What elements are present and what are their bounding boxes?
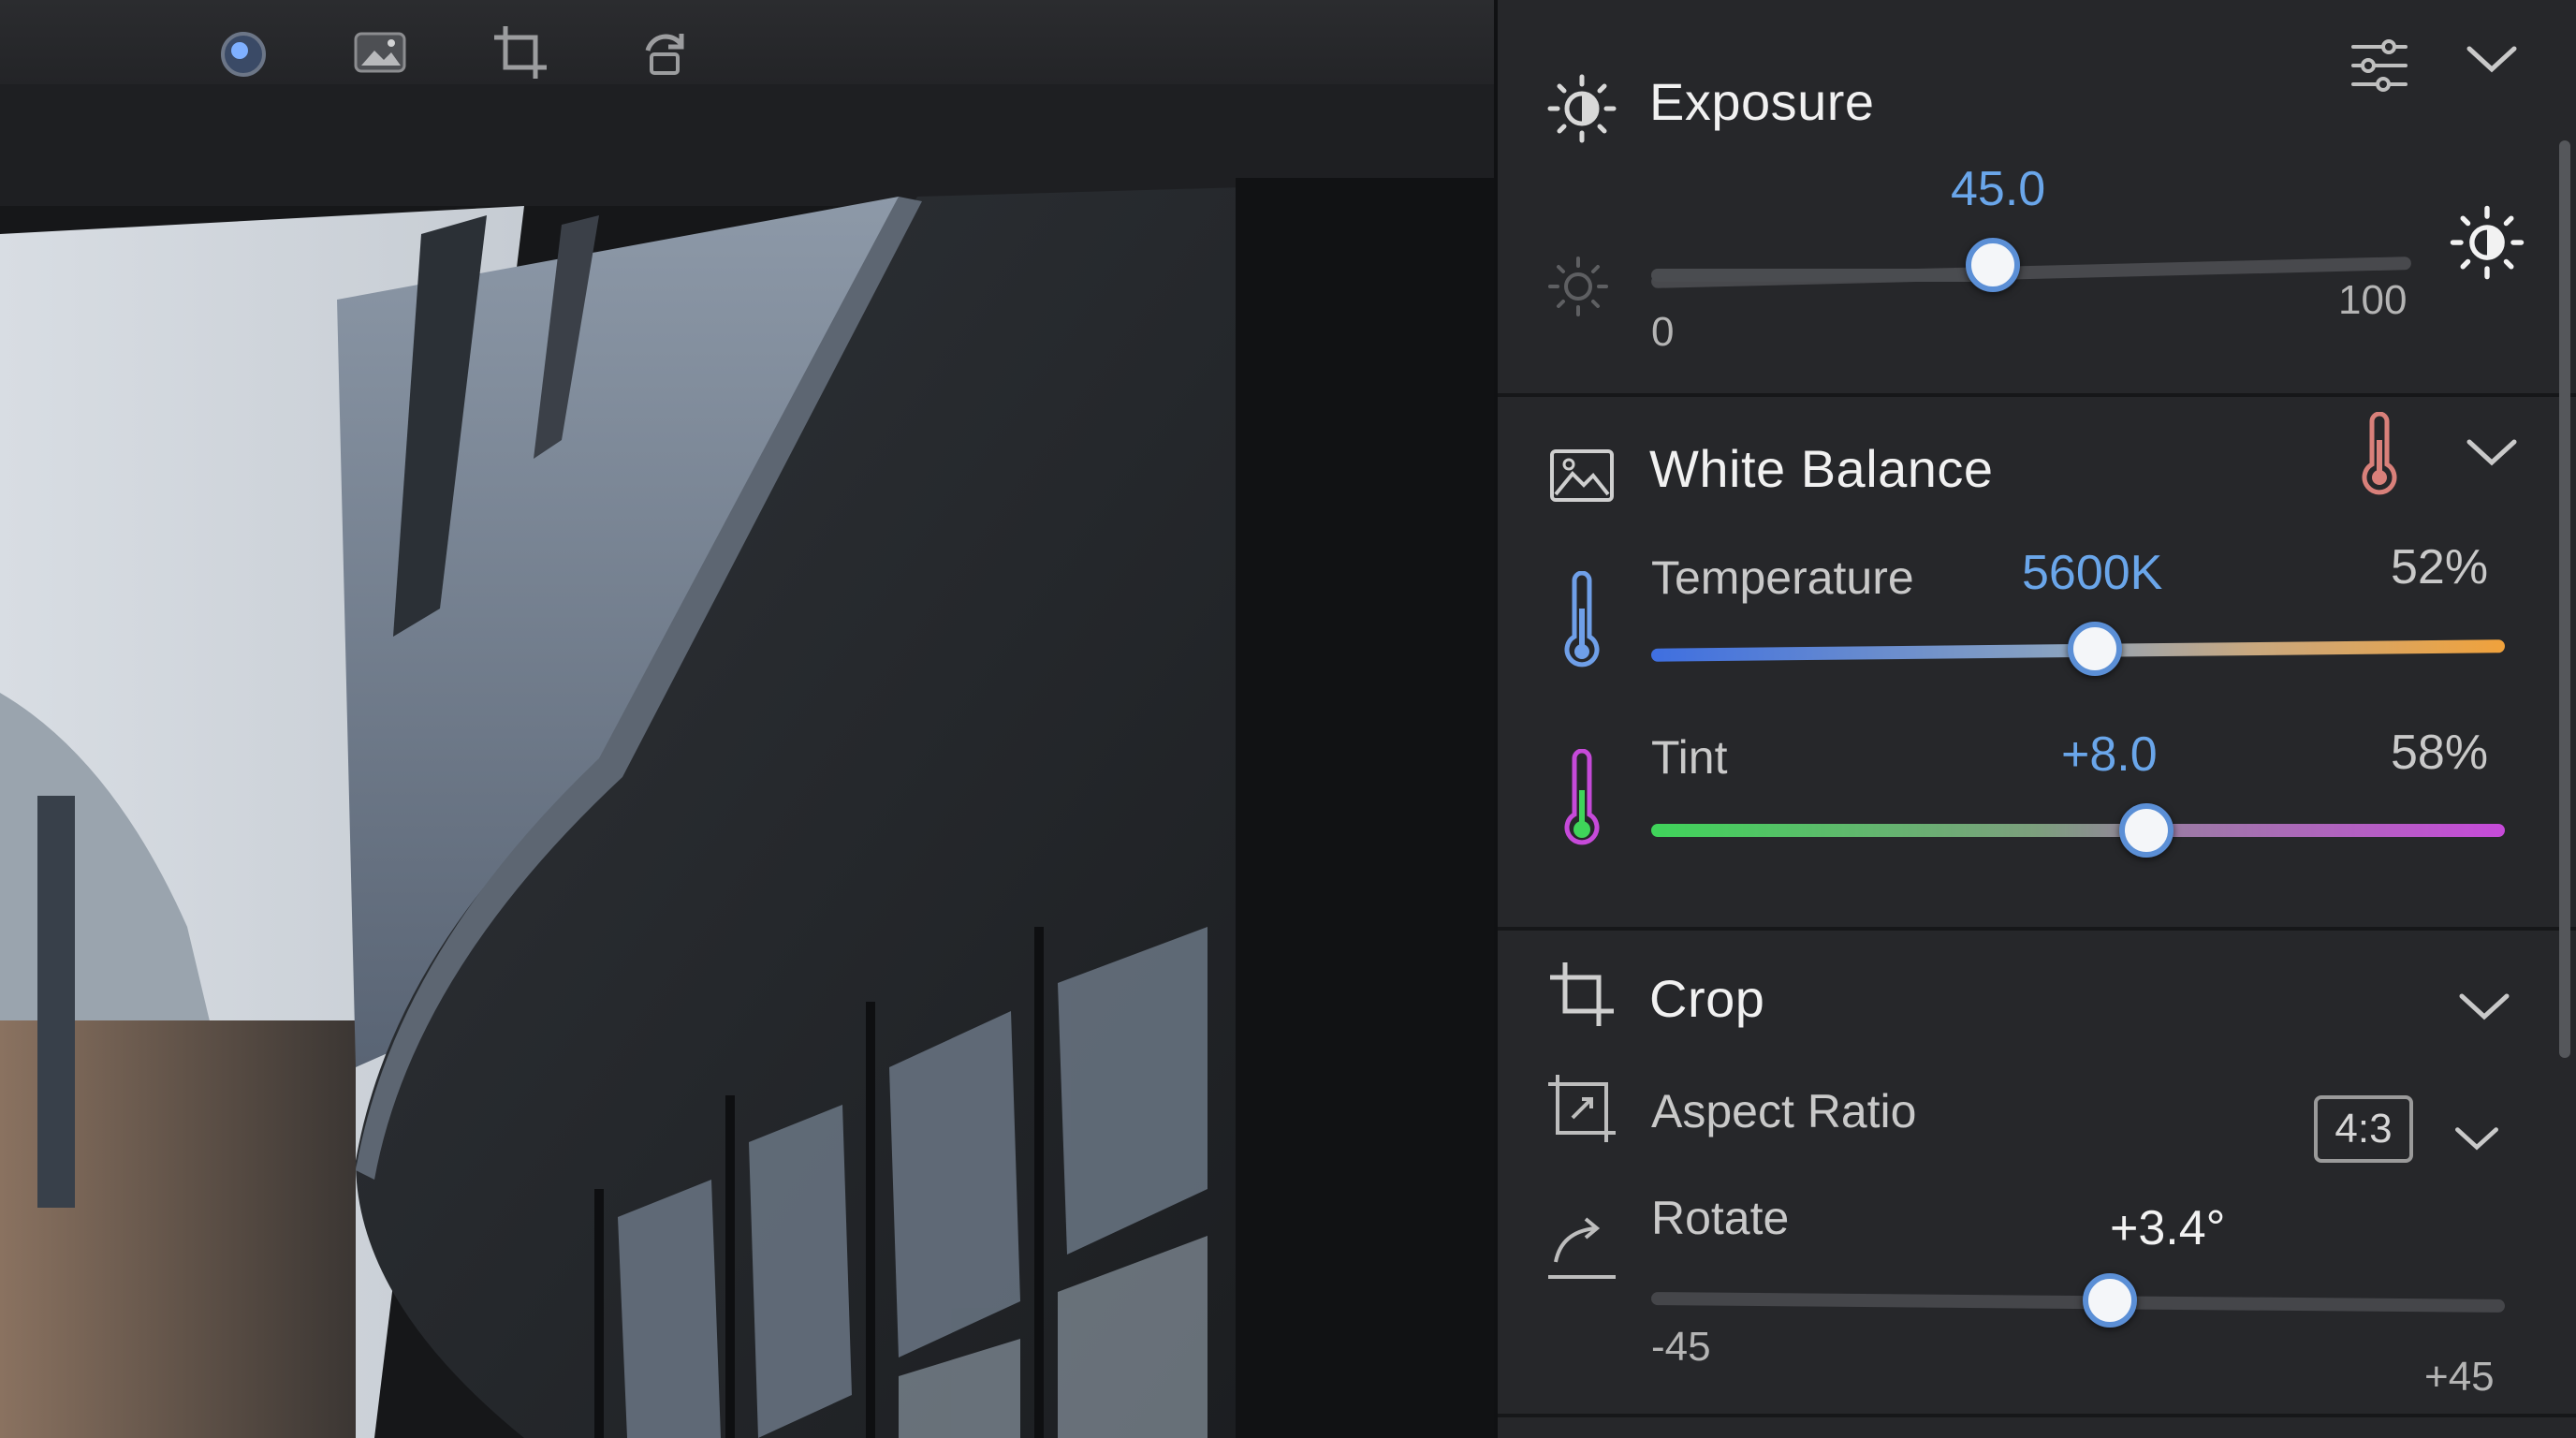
aspect-ratio-select[interactable]: 4:3 xyxy=(2314,1095,2413,1163)
white-balance-section: White Balance Temperature 5600K 52% Tint… xyxy=(1498,393,2576,931)
top-toolbar xyxy=(0,0,1498,84)
tint-slider-thumb[interactable] xyxy=(2118,803,2174,858)
crop-title: Crop xyxy=(1649,969,1765,1028)
settings-sliders-icon[interactable] xyxy=(2348,34,2411,97)
tint-label: Tint xyxy=(1651,731,1728,784)
aspect-ratio-dropdown-chevron-icon[interactable] xyxy=(2449,1110,2505,1167)
white-balance-image-icon xyxy=(1550,449,1614,502)
image-button[interactable] xyxy=(344,17,416,88)
rotate-slider-thumb[interactable] xyxy=(2083,1273,2138,1328)
exposure-slider-thumb[interactable] xyxy=(1966,238,2021,292)
white-balance-collapse-chevron-icon[interactable] xyxy=(2462,421,2522,481)
exposure-value: 45.0 xyxy=(1951,162,2046,216)
lens-button[interactable] xyxy=(208,17,279,88)
lens-icon xyxy=(221,32,266,77)
crop-icon xyxy=(494,26,547,79)
temperature-percent: 52% xyxy=(2391,540,2489,594)
temperature-label: Temperature xyxy=(1651,551,1914,604)
exposure-min-sun-icon xyxy=(1548,257,1608,316)
temperature-slider-thumb[interactable] xyxy=(2068,622,2123,676)
crop-section-icon xyxy=(1550,962,1614,1026)
rotate-max-label: +45 xyxy=(2424,1354,2495,1400)
temperature-value: 5600K xyxy=(2022,546,2163,600)
crop-tool-button[interactable] xyxy=(485,17,556,88)
tint-value: +8.0 xyxy=(2061,727,2158,782)
exposure-max-label: 100 xyxy=(2338,277,2408,323)
rotate-slider-track[interactable] xyxy=(1650,1292,2506,1313)
photo-canvas[interactable] xyxy=(0,84,1498,1438)
exposure-icon xyxy=(1547,74,1617,143)
image-icon xyxy=(354,32,406,73)
crop-collapse-chevron-icon[interactable] xyxy=(2454,976,2514,1035)
photo-building xyxy=(0,84,1498,1438)
thermometer-warm-icon xyxy=(2362,412,2397,495)
exposure-max-sun-icon[interactable] xyxy=(2447,202,2527,283)
crop-section: Crop Aspect Ratio Rotate +3.4° -45 +45 xyxy=(1498,927,2576,1417)
rotate-label: Rotate xyxy=(1651,1192,1790,1244)
temperature-thermometer-icon xyxy=(1564,571,1600,668)
panel-scrollbar[interactable] xyxy=(2559,140,2570,1058)
aspect-ratio-label: Aspect Ratio xyxy=(1651,1085,1917,1137)
rotate-value: +3.4° xyxy=(2110,1201,2226,1255)
exposure-collapse-chevron-icon[interactable] xyxy=(2462,28,2522,88)
exposure-min-label: 0 xyxy=(1651,309,1675,355)
exposure-title: Exposure xyxy=(1649,72,1875,131)
rotate-icon xyxy=(1548,1217,1616,1279)
tint-percent: 58% xyxy=(2391,726,2489,780)
aspect-ratio-icon xyxy=(1548,1075,1616,1142)
rotate-tool-button[interactable] xyxy=(629,17,700,88)
tint-slider-track[interactable] xyxy=(1651,824,2505,837)
rotate-min-label: -45 xyxy=(1651,1324,1711,1370)
white-balance-title: White Balance xyxy=(1649,439,1994,498)
tint-thermometer-icon xyxy=(1564,749,1600,845)
exposure-slider-fill xyxy=(1651,269,1994,282)
adjustments-panel: Exposure 45.0 0 100 White Balance Temper… xyxy=(1494,0,2576,1438)
rotate-icon xyxy=(645,34,684,75)
exposure-section: Exposure 45.0 0 100 xyxy=(1498,0,2576,397)
